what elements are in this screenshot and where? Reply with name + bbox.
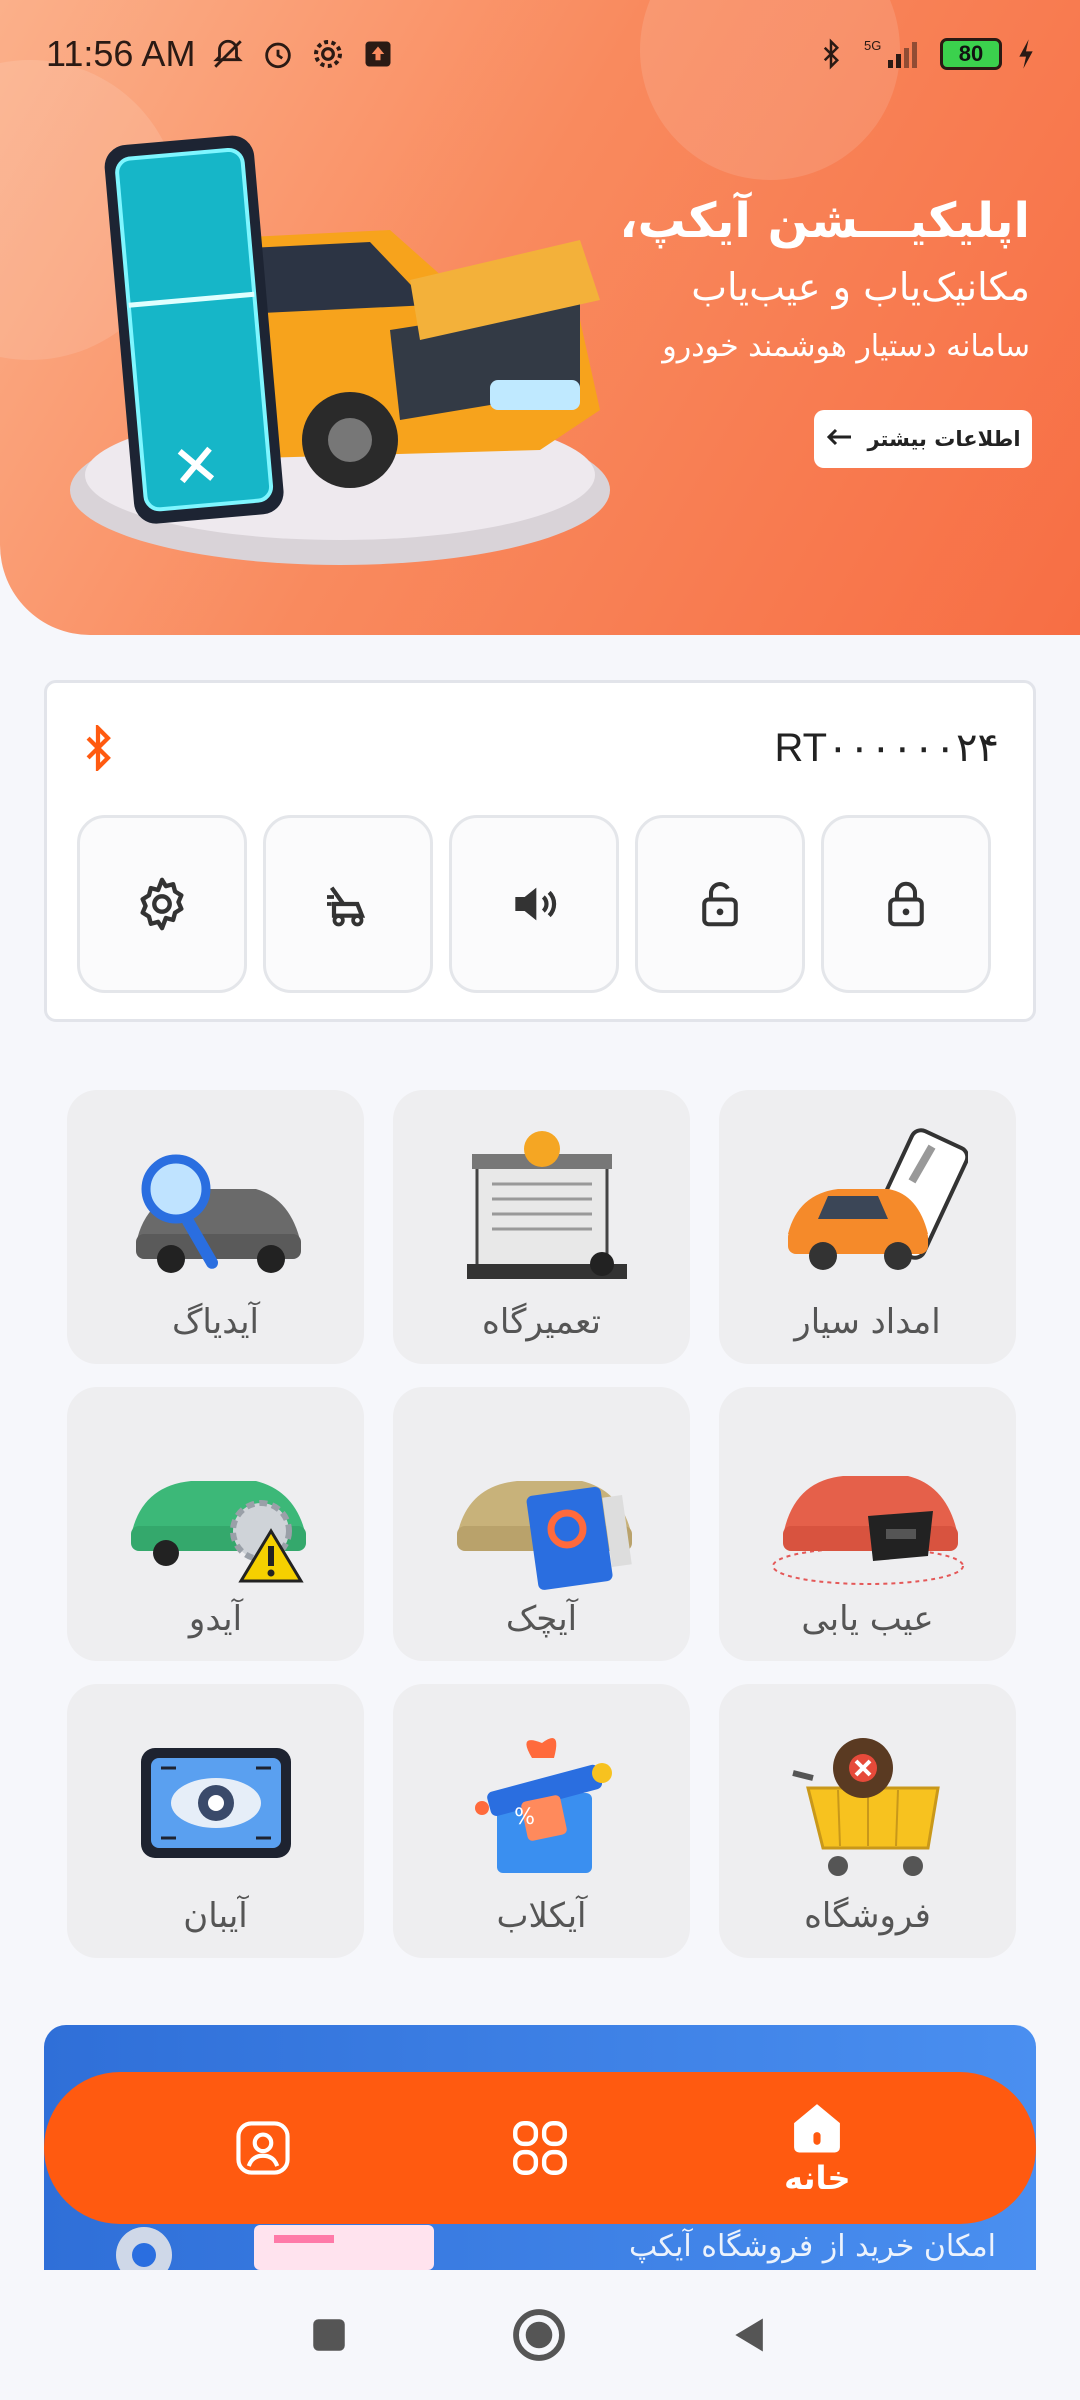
charging-icon — [1016, 37, 1036, 71]
check-report-icon — [456, 1481, 632, 1590]
gift-box-icon: % — [474, 1738, 612, 1873]
obd-scanner-icon — [771, 1476, 964, 1585]
service-tile-icheck[interactable]: آیچک — [393, 1387, 690, 1661]
service-tile-ido[interactable]: آیدو — [67, 1387, 364, 1661]
hero-text: اپلیکیـــشن آیکپ، مکانیک‌یاب و عیب‌یاب س… — [619, 190, 1030, 372]
service-tile-iban[interactable]: آیبان — [67, 1684, 364, 1958]
bottom-nav: خانه — [44, 2072, 1036, 2224]
eye-tablet-icon — [140, 1748, 291, 1858]
repair-shop-icon — [466, 1131, 627, 1279]
bluetooth-icon[interactable] — [81, 725, 115, 771]
service-label: آیدو — [188, 1599, 243, 1639]
service-tile-shop[interactable]: فروشگاه — [719, 1684, 1016, 1958]
car-phone-illustration — [70, 135, 610, 565]
svg-text:%: % — [514, 1805, 535, 1830]
upload-icon — [361, 37, 395, 71]
service-tile-iclub[interactable]: % آیکلاب — [393, 1684, 690, 1958]
roadside-assist-icon — [787, 1128, 968, 1270]
bluetooth-icon — [814, 37, 848, 71]
hero-title: اپلیکیـــشن آیکپ، — [619, 193, 1030, 249]
nav-services[interactable] — [460, 2078, 620, 2218]
home-icon — [794, 2104, 841, 2153]
nav-home-label: خانه — [784, 2159, 851, 2197]
service-label: آیچک — [505, 1599, 578, 1639]
more-info-button[interactable]: اطلاعات بیشتر — [814, 410, 1032, 468]
signal-icon: 5G — [862, 37, 926, 71]
service-label: امداد سیار — [794, 1302, 941, 1342]
lock-button[interactable] — [821, 815, 991, 993]
nav-home[interactable]: خانه — [737, 2078, 897, 2218]
profile-icon — [236, 2121, 290, 2175]
settings-icon — [311, 37, 345, 71]
arrow-left-icon — [825, 427, 853, 452]
system-nav-bar — [0, 2270, 1080, 2400]
horn-speaker-icon — [515, 887, 557, 921]
diag-magnifier-icon — [135, 1154, 301, 1273]
horn-button[interactable] — [449, 815, 619, 993]
settings-button[interactable] — [77, 815, 247, 993]
alarm-icon — [261, 37, 295, 71]
promo-text: امکان خرید از فروشگاه آیکپ — [629, 2229, 996, 2264]
unlock-button[interactable] — [635, 815, 805, 993]
more-info-label: اطلاعات بیشتر — [867, 427, 1021, 451]
recents-icon[interactable] — [308, 2314, 350, 2356]
grid-icon — [513, 2121, 567, 2175]
service-tile-roadside[interactable]: امداد سیار — [719, 1090, 1016, 1364]
service-label: عیب یابی — [801, 1599, 934, 1639]
home-circle-icon[interactable] — [510, 2306, 568, 2364]
status-bar: 11:56 AM 5G 80 — [0, 0, 1080, 108]
service-label: آیدیاگ — [171, 1302, 259, 1342]
svg-text:5G: 5G — [864, 38, 881, 53]
service-label: فروشگاه — [804, 1896, 931, 1936]
device-name: RT۰۰۰۰۰۰۲۴ — [774, 726, 999, 770]
hero-banner: 11:56 AM 5G 80 — [0, 0, 1080, 635]
status-time: 11:56 AM — [46, 33, 196, 74]
battery-icon: 80 — [940, 38, 1002, 70]
hero-tagline: سامانه دستیار هوشمند خودرو — [662, 329, 1030, 364]
unlock-icon — [702, 882, 738, 927]
lock-icon — [888, 881, 924, 927]
car-warning-icon — [130, 1481, 306, 1583]
hero-subtitle: مکانیک‌یاب و عیب‌یاب — [691, 265, 1030, 309]
device-card: RT۰۰۰۰۰۰۲۴ — [44, 680, 1036, 1022]
nav-profile[interactable] — [183, 2078, 343, 2218]
service-label: تعمیرگاه — [482, 1302, 601, 1342]
services-grid: امداد سیار تعمیرگاه آیدیاگ عیب یابی آیچک… — [64, 1090, 1016, 1958]
settings-gear-icon — [140, 877, 184, 931]
shopping-cart-icon — [791, 1738, 940, 1876]
service-tile-idiag[interactable]: آیدیاگ — [67, 1090, 364, 1364]
service-tile-diagnostics[interactable]: عیب یابی — [719, 1387, 1016, 1661]
service-label: آیکلاب — [496, 1896, 587, 1936]
back-icon[interactable] — [728, 2311, 772, 2359]
trunk-button[interactable] — [263, 815, 433, 993]
muted-icon — [211, 37, 245, 71]
service-tile-repair-shop[interactable]: تعمیرگاه — [393, 1090, 690, 1364]
trunk-icon — [327, 886, 366, 927]
service-label: آیبان — [183, 1896, 248, 1936]
